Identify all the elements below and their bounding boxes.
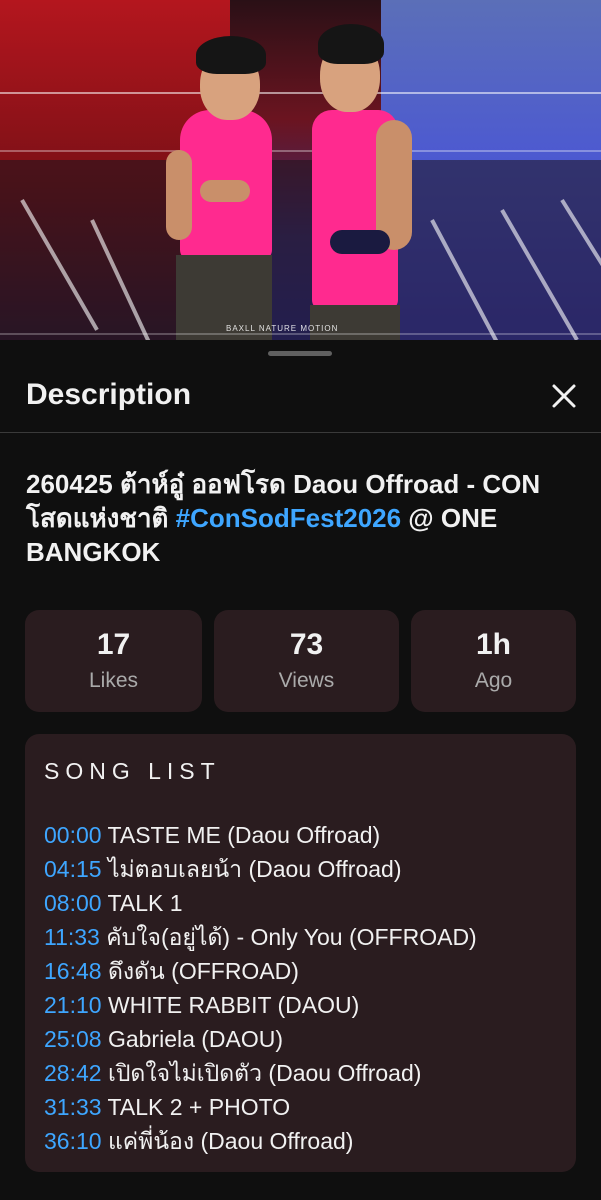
timestamp-link[interactable]: 36:10 — [44, 1128, 102, 1154]
list-item: 04:15 ไม่ตอบเลยน้า (Daou Offroad) — [44, 852, 564, 886]
list-item: 08:00 TALK 1 — [44, 886, 564, 920]
timestamp-link[interactable]: 11:33 — [44, 924, 100, 950]
list-item: 00:00 TASTE ME (Daou Offroad) — [44, 818, 564, 852]
list-item: 25:08 Gabriela (DAOU) — [44, 1022, 564, 1056]
views-label: Views — [278, 669, 335, 692]
song-title: TASTE ME (Daou Offroad) — [101, 822, 381, 848]
performer-right — [300, 20, 430, 340]
song-list-card: SONG LIST 00:00 TASTE ME (Daou Offroad) … — [25, 734, 576, 1172]
video-title: 260425 ต้าห์อู๋ ออฟโรด Daou Offroad - CO… — [26, 467, 582, 569]
timestamp-link[interactable]: 08:00 — [44, 890, 102, 916]
timestamp-link[interactable]: 21:10 — [44, 992, 102, 1018]
description-sheet: Description 260425 ต้าห์อู๋ ออฟโรด Daou … — [0, 340, 601, 1200]
timestamp-link[interactable]: 25:08 — [44, 1026, 102, 1052]
song-title: คับใจ(อยู่ได้) - Only You (OFFROAD) — [99, 924, 477, 950]
song-title: Gabriela (DAOU) — [101, 1026, 284, 1052]
list-item: 28:42 เปิดใจไม่เปิดตัว (Daou Offroad) — [44, 1056, 564, 1090]
song-title: แค่พี่น้อง (Daou Offroad) — [101, 1128, 354, 1154]
list-item: 11:33 คับใจ(อยู่ได้) - Only You (OFFROAD… — [44, 920, 564, 954]
video-progress-bar[interactable] — [0, 333, 601, 335]
song-title: WHITE RABBIT (DAOU) — [101, 992, 360, 1018]
timestamp-link[interactable]: 16:48 — [44, 958, 102, 984]
timestamp-link[interactable]: 31:33 — [44, 1094, 102, 1120]
list-item: 31:33 TALK 2 + PHOTO — [44, 1090, 564, 1124]
song-title: ดึงดัน (OFFROAD) — [101, 958, 299, 984]
timestamp-link[interactable]: 00:00 — [44, 822, 102, 848]
upload-age-value: 1h — [475, 628, 511, 661]
video-player[interactable]: BAXLL NATURE MOTION — [0, 0, 601, 340]
close-icon — [552, 384, 576, 408]
list-item: 21:10 WHITE RABBIT (DAOU) — [44, 988, 564, 1022]
video-watermark: BAXLL NATURE MOTION — [226, 324, 339, 333]
hashtag-link[interactable]: #ConSodFest2026 — [176, 503, 401, 533]
upload-age-stat: 1h Ago — [411, 610, 576, 712]
performer-left — [160, 30, 290, 340]
views-count: 73 — [289, 628, 324, 661]
timestamp-link[interactable]: 28:42 — [44, 1060, 102, 1086]
likes-label: Likes — [88, 669, 139, 692]
list-item: 36:10 แค่พี่น้อง (Daou Offroad) — [44, 1124, 564, 1158]
list-item: 16:48 ดึงดัน (OFFROAD) — [44, 954, 564, 988]
song-list: 00:00 TASTE ME (Daou Offroad) 04:15 ไม่ต… — [44, 818, 564, 1158]
sheet-title: Description — [26, 378, 192, 411]
song-title: TALK 1 — [101, 890, 183, 916]
timestamp-link[interactable]: 04:15 — [44, 856, 102, 882]
song-list-heading: SONG LIST — [44, 758, 221, 784]
likes-count: 17 — [96, 628, 131, 661]
sheet-header: Description — [0, 360, 601, 433]
upload-age-label: Ago — [474, 669, 513, 692]
song-title: ไม่ตอบเลยน้า (Daou Offroad) — [101, 856, 402, 882]
drag-handle[interactable] — [268, 351, 332, 356]
views-stat: 73 Views — [214, 610, 399, 712]
likes-stat: 17 Likes — [25, 610, 202, 712]
song-title: เปิดใจไม่เปิดตัว (Daou Offroad) — [101, 1060, 422, 1086]
song-title: TALK 2 + PHOTO — [101, 1094, 291, 1120]
close-button[interactable] — [546, 378, 582, 414]
stats-row: 17 Likes 73 Views 1h Ago — [25, 610, 576, 712]
